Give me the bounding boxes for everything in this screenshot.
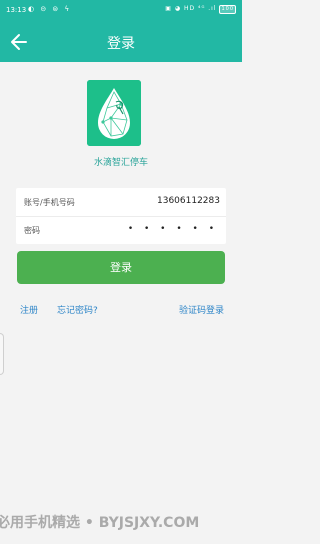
status-bar: 13:13 ◐ ⊝ ⊜ ϟ ▣ ◕ HD ⁴ᴳ .ıl 100 <box>0 0 242 22</box>
status-system-icons: ▣ ◕ HD ⁴ᴳ .ıl 100 <box>165 5 236 14</box>
status-time: 13:13 <box>6 6 27 14</box>
sms-login-link[interactable]: 验证码登录 <box>179 303 224 316</box>
forgot-password-link[interactable]: 忘记密码? <box>57 303 98 316</box>
account-label: 账号/手机号码 <box>24 198 75 207</box>
login-form: 账号/手机号码 13606112283 密码 • • • • • • <box>16 188 226 244</box>
register-link[interactable]: 注册 <box>20 303 38 316</box>
account-input[interactable]: 13606112283 <box>157 196 220 206</box>
app-logo <box>87 80 141 146</box>
side-drawer-handle[interactable] <box>0 333 4 375</box>
water-drop-icon <box>87 80 141 146</box>
login-button[interactable]: 登录 <box>17 251 225 284</box>
password-label: 密码 <box>24 226 40 235</box>
battery-icon: 100 <box>219 5 236 14</box>
password-input[interactable]: • • • • • • <box>128 224 218 234</box>
password-field[interactable]: 密码 • • • • • • <box>16 216 226 244</box>
app-bar: 登录 <box>0 22 242 62</box>
signal-icons: ▣ ◕ HD ⁴ᴳ .ıl <box>165 5 217 12</box>
account-field[interactable]: 账号/手机号码 13606112283 <box>16 188 226 217</box>
page-title: 登录 <box>107 36 135 52</box>
status-notification-icons: ◐ ⊝ ⊜ ϟ <box>28 5 72 13</box>
watermark: 必用手机精选 • BYJSJXY.COM <box>0 515 200 531</box>
app-name: 水滴智汇停车 <box>93 158 148 168</box>
